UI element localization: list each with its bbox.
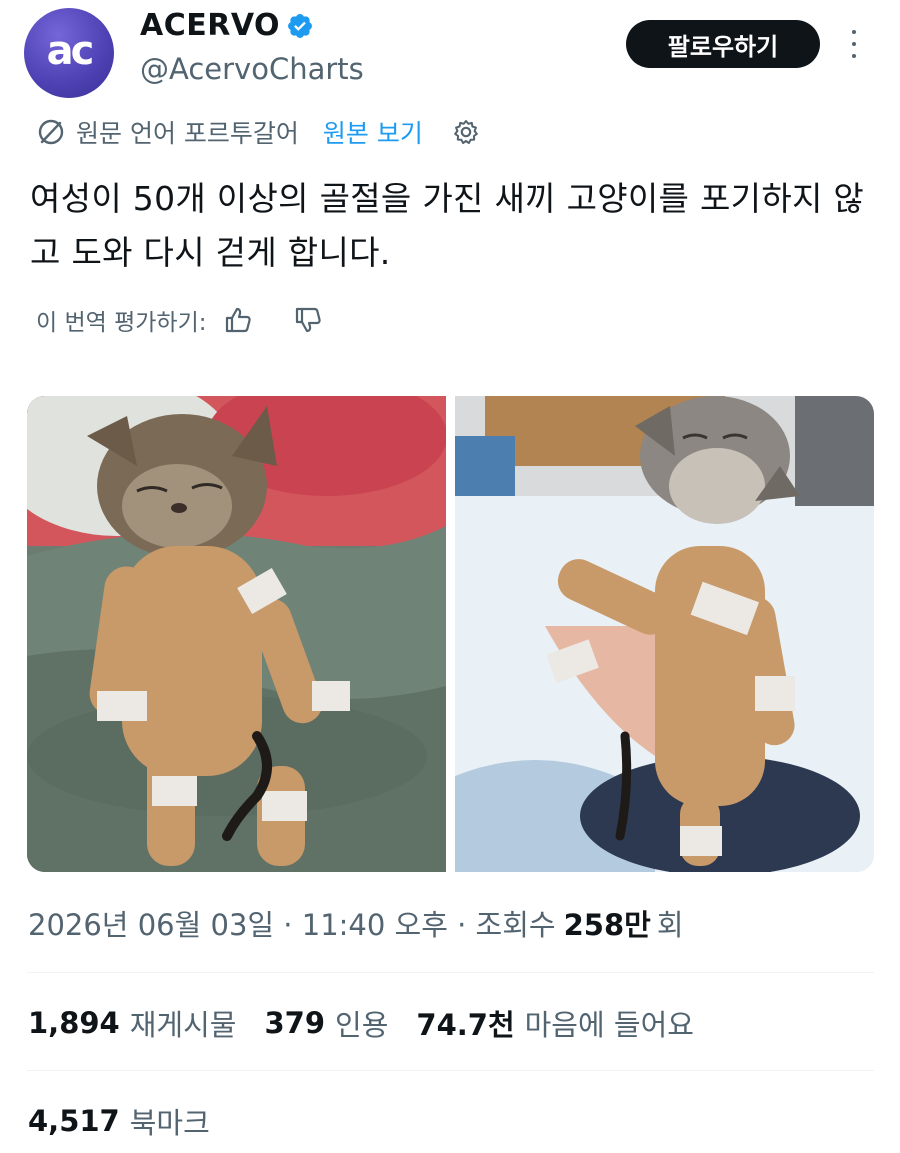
media-photo-kitten-held[interactable]	[455, 396, 874, 872]
translate-icon	[38, 119, 64, 145]
views-label: 회	[656, 908, 684, 942]
translation-rating-bar: 이 번역 평가하기:	[36, 300, 323, 340]
quotes-stat[interactable]: 379 인용	[264, 1002, 388, 1044]
avatar[interactable]: ac	[24, 8, 114, 98]
translation-source-label: 원문 언어 포르투갈어	[76, 119, 299, 148]
show-original-link[interactable]: 원본 보기	[323, 114, 423, 150]
thumbs-up-icon[interactable]	[223, 305, 253, 335]
author-name[interactable]: ACERVO	[140, 8, 280, 43]
tweet-header: ac ACERVO @AcervoCharts 팔로우하기	[0, 0, 900, 110]
likes-count: 74.7천	[416, 1008, 515, 1042]
engagement-stats: 1,894 재게시물 379 인용 74.7천 마음에 들어요	[28, 1002, 722, 1044]
verified-badge-icon	[288, 13, 312, 38]
bookmarks-label: 북마크	[129, 1106, 210, 1140]
likes-label: 마음에 들어요	[524, 1008, 694, 1042]
quotes-count: 379	[264, 1006, 326, 1040]
translation-bar: 원문 언어 포르투갈어 원본 보기	[36, 112, 481, 152]
views-count: 258만	[563, 908, 651, 942]
avatar-logo-text: ac	[46, 28, 95, 74]
more-vertical-icon[interactable]	[842, 26, 866, 62]
follow-button[interactable]: 팔로우하기	[626, 20, 820, 68]
reposts-label: 재게시물	[129, 1008, 237, 1042]
gear-icon[interactable]	[451, 117, 481, 147]
tweet-date[interactable]: 2026년 06월 03일 · 11:40 오후 · 조회수	[28, 902, 556, 944]
reposts-count: 1,894	[28, 1006, 120, 1040]
media-photo-kitten-lying[interactable]	[27, 396, 446, 872]
tweet-meta: 2026년 06월 03일 · 11:40 오후 · 조회수 258만 회	[28, 902, 684, 944]
tweet-media	[27, 396, 874, 872]
bookmarks-count: 4,517	[28, 1104, 120, 1138]
thumbs-down-icon[interactable]	[293, 305, 323, 335]
reposts-stat[interactable]: 1,894 재게시물	[28, 1002, 236, 1044]
divider	[27, 1070, 874, 1071]
kitten-held-image	[455, 396, 874, 872]
bookmarks-stat[interactable]: 4,517 북마크	[28, 1100, 210, 1142]
quotes-label: 인용	[335, 1008, 389, 1042]
author-name-row[interactable]: ACERVO	[140, 8, 314, 43]
likes-stat[interactable]: 74.7천 마음에 들어요	[416, 1002, 694, 1044]
rating-label: 이 번역 평가하기:	[36, 310, 207, 336]
divider	[27, 972, 874, 973]
author-handle[interactable]: @AcervoCharts	[140, 52, 364, 86]
kitten-lying-image	[27, 396, 446, 872]
tweet-text: 여성이 50개 이상의 골절을 가진 새끼 고양이를 포기하지 않고 도와 다시…	[30, 179, 865, 272]
